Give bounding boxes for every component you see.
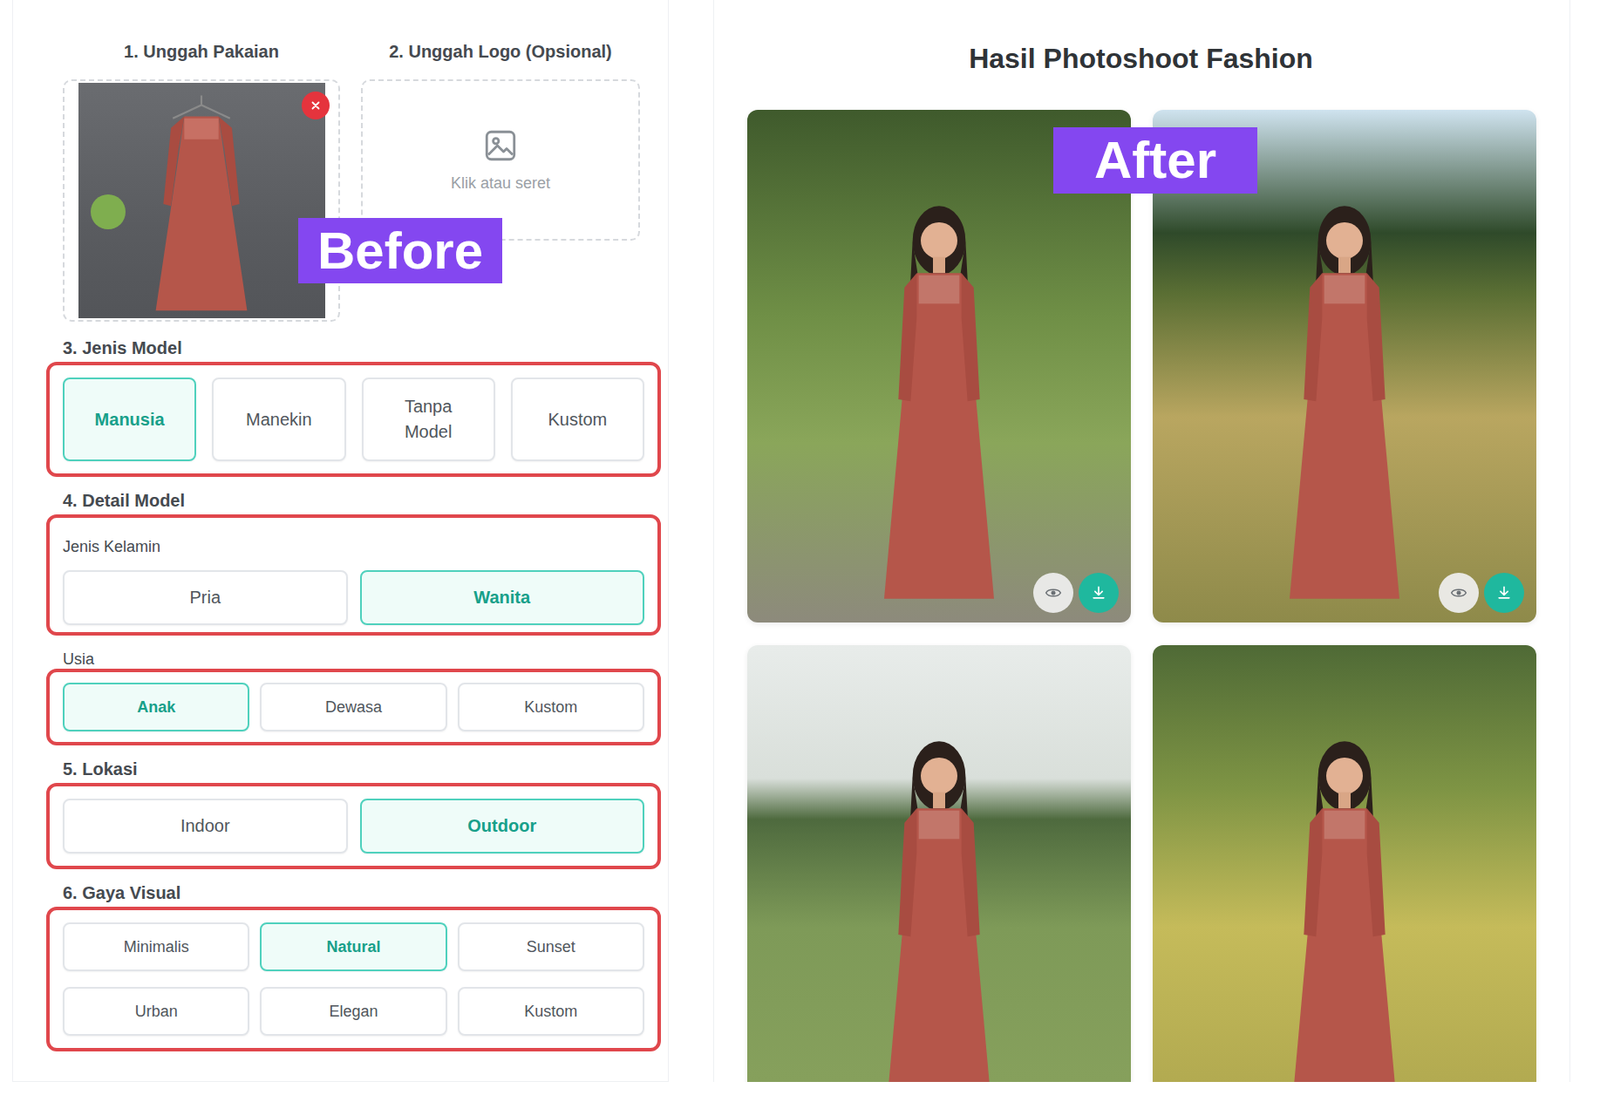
section-title: 5. Lokasi [62,757,645,781]
gender-options: PriaWanita [62,570,645,626]
option-button[interactable]: Sunset [457,922,645,972]
close-icon [309,99,322,112]
option-button[interactable]: Dewasa [259,682,447,732]
section-title: 4. Detail Model [62,489,645,512]
age-options: AnakDewasaKustom [62,682,645,732]
photo-actions [1033,572,1119,613]
highlight-box: IndoorOutdoor [46,782,661,870]
result-photo[interactable] [1152,645,1537,1083]
remove-button[interactable] [301,91,330,120]
option-button[interactable]: Manusia [62,377,197,462]
upload-row: 1. Unggah Pakaian 2. Unggah Logo (Opsiona… [62,40,645,322]
option-button[interactable]: Urban [62,987,250,1036]
results-panel: Hasil Photoshoot Fashion After [713,0,1571,1083]
model-figure [878,195,1001,604]
location-options: IndoorOutdoor [62,798,645,854]
option-button[interactable]: Kustom [510,377,645,462]
photo-grid: After [747,109,1535,1083]
highlight-box: AnakDewasaKustom [46,668,661,746]
option-button[interactable]: Tanpa Model [361,377,496,462]
option-button[interactable]: Anak [62,682,250,732]
clothing-photo [78,82,326,319]
model-figure [1283,730,1406,1083]
section-title: 6. Gaya Visual [62,881,645,905]
highlight-box: MinimalisNaturalSunset UrbanEleganKustom [46,906,661,1052]
dress-icon [136,89,267,319]
option-button[interactable]: Elegan [259,987,447,1036]
preview-button[interactable] [1438,572,1479,613]
option-button[interactable]: Wanita [360,570,646,626]
highlight-box: Jenis Kelamin PriaWanita [46,514,661,636]
after-badge: After [1053,127,1258,194]
option-button[interactable]: Indoor [62,798,348,854]
option-button[interactable]: Outdoor [360,798,646,854]
visual-style-options: MinimalisNaturalSunset UrbanEleganKustom [62,922,645,1036]
download-icon [1495,584,1513,602]
clothing-dropzone[interactable] [62,79,341,322]
option-button[interactable]: Pria [62,570,348,626]
option-button[interactable]: Kustom [457,682,645,732]
eye-icon [1044,584,1063,602]
upload-label: 1. Unggah Pakaian [62,40,341,63]
photo-actions [1438,572,1525,613]
model-type-options: ManusiaManekinTanpa ModelKustom [62,377,645,462]
preview-button[interactable] [1033,572,1074,613]
option-button[interactable]: Manekin [211,377,346,462]
download-button[interactable] [1078,572,1119,613]
field-label: Usia [62,649,645,669]
download-icon [1089,584,1108,602]
settings-panel: 1. Unggah Pakaian 2. Unggah Logo (Opsiona… [12,0,669,1083]
plant-decoration [90,194,126,230]
before-badge: Before [298,217,503,284]
model-figure [1283,195,1406,604]
image-icon [482,127,519,164]
result-photo[interactable] [747,645,1131,1083]
section-title: 3. Jenis Model [62,336,645,360]
model-figure [878,730,1001,1083]
highlight-box: ManusiaManekinTanpa ModelKustom [46,361,661,477]
field-label: Jenis Kelamin [62,537,645,557]
option-button[interactable]: Kustom [457,987,645,1036]
option-button[interactable]: Minimalis [62,922,250,972]
upload-hint: Klik atau seret [450,174,551,193]
results-title: Hasil Photoshoot Fashion [747,40,1535,76]
upload-label: 2. Unggah Logo (Opsional) [360,40,640,63]
eye-icon [1450,584,1468,602]
page: 1. Unggah Pakaian 2. Unggah Logo (Opsiona… [0,0,1600,1102]
option-button[interactable]: Natural [259,922,447,972]
logo-dropzone[interactable]: Klik atau seret [360,79,640,241]
download-button[interactable] [1484,572,1525,613]
